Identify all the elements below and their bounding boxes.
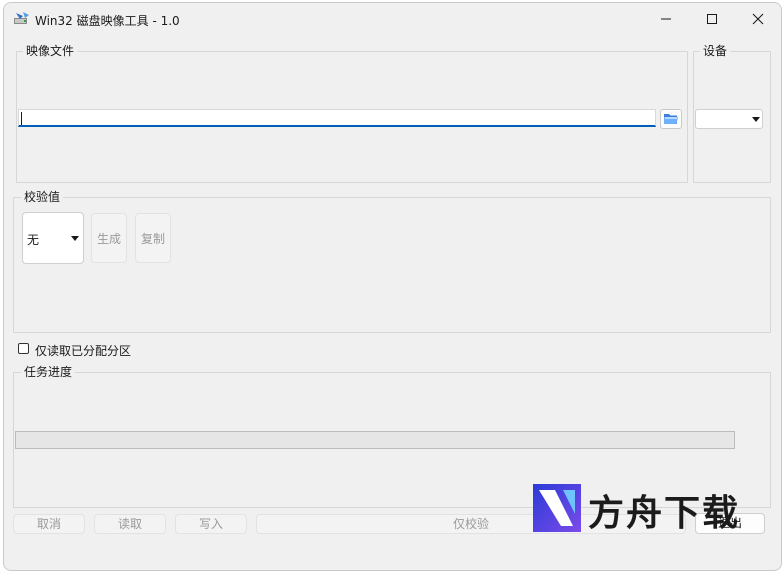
hash-type-value: 无 — [27, 233, 40, 247]
minimize-icon — [661, 18, 671, 20]
close-icon — [752, 13, 764, 25]
task-progress-bar — [15, 431, 735, 449]
write-button[interactable]: 写入 — [175, 514, 247, 534]
image-file-label: 映像文件 — [23, 44, 78, 58]
watermark-text: 方舟下载 — [588, 493, 741, 534]
device-dropdown[interactable] — [695, 109, 763, 129]
text-caret — [21, 112, 22, 125]
read-button[interactable]: 读取 — [94, 514, 166, 534]
folder-icon — [664, 114, 678, 124]
hash-label: 校验值 — [21, 190, 64, 204]
maximize-icon — [707, 14, 717, 24]
browse-button[interactable] — [660, 109, 682, 129]
app-icon — [14, 12, 29, 24]
cancel-button[interactable]: 取消 — [13, 514, 85, 534]
image-file-path-input[interactable] — [18, 109, 656, 127]
watermark-logo-icon — [533, 484, 581, 532]
device-label: 设备 — [700, 44, 731, 58]
readonly-partitions-label: 仅读取已分配分区 — [35, 344, 132, 358]
chevron-down-icon — [71, 236, 79, 241]
maximize-button[interactable] — [689, 3, 735, 35]
hash-type-dropdown[interactable]: 无 — [22, 212, 84, 264]
title-bar: Win32 磁盘映像工具 - 1.0 — [4, 3, 781, 35]
copy-button[interactable]: 复制 — [135, 213, 171, 263]
progress-label: 任务进度 — [21, 365, 76, 379]
readonly-partitions-checkbox[interactable] — [18, 343, 29, 354]
generate-button[interactable]: 生成 — [91, 213, 127, 263]
chevron-down-icon — [752, 117, 760, 122]
close-button[interactable] — [735, 3, 781, 35]
minimize-button[interactable] — [643, 3, 689, 35]
window-title: Win32 磁盘映像工具 - 1.0 — [35, 14, 180, 28]
